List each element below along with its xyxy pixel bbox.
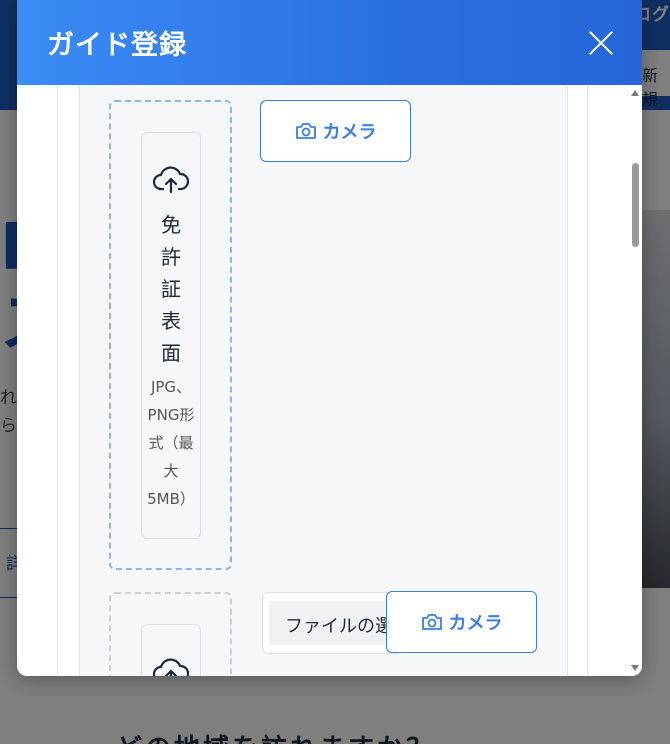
label-char: 表 bbox=[161, 309, 181, 333]
camera-icon bbox=[295, 123, 316, 139]
scroll-up-arrow-icon[interactable] bbox=[631, 90, 639, 96]
label-char: 面 bbox=[161, 341, 181, 365]
close-icon[interactable] bbox=[588, 30, 614, 56]
modal-header: ガイド登録 bbox=[17, 0, 642, 85]
guide-registration-modal: ガイド登録 免 許 証 表 面 JPG、PNG形式（最大5MB） カメラ ファイ… bbox=[17, 0, 642, 676]
license-back-upload-card[interactable] bbox=[141, 624, 201, 676]
modal-body: 免 許 証 表 面 JPG、PNG形式（最大5MB） カメラ ファイルの選択 カ… bbox=[17, 85, 629, 676]
camera-button-label: カメラ bbox=[448, 613, 503, 634]
cloud-upload-icon bbox=[153, 166, 189, 194]
file-select-label: ファイルの選択 bbox=[269, 601, 401, 645]
label-char: 免 bbox=[161, 213, 181, 237]
scroll-thumb[interactable] bbox=[632, 163, 639, 247]
camera-button-2[interactable]: カメラ bbox=[386, 591, 537, 653]
modal-scrollbar[interactable] bbox=[629, 85, 642, 676]
license-back-dropzone[interactable] bbox=[109, 592, 232, 676]
license-front-label: 免 許 証 表 面 bbox=[142, 209, 200, 369]
license-front-upload-card[interactable]: 免 許 証 表 面 JPG、PNG形式（最大5MB） bbox=[141, 132, 201, 539]
camera-button-label: カメラ bbox=[322, 122, 377, 143]
file-select-button[interactable]: ファイルの選択 bbox=[262, 592, 402, 654]
camera-button[interactable]: カメラ bbox=[260, 100, 411, 162]
label-char: 証 bbox=[161, 277, 181, 301]
license-front-hint: JPG、PNG形式（最大5MB） bbox=[147, 378, 195, 508]
camera-icon bbox=[421, 614, 442, 630]
label-char: 許 bbox=[161, 245, 181, 269]
license-front-dropzone[interactable]: 免 許 証 表 面 JPG、PNG形式（最大5MB） bbox=[109, 100, 232, 570]
scroll-down-arrow-icon[interactable] bbox=[631, 665, 639, 671]
cloud-upload-icon bbox=[153, 658, 189, 676]
modal-title: ガイド登録 bbox=[47, 30, 187, 61]
